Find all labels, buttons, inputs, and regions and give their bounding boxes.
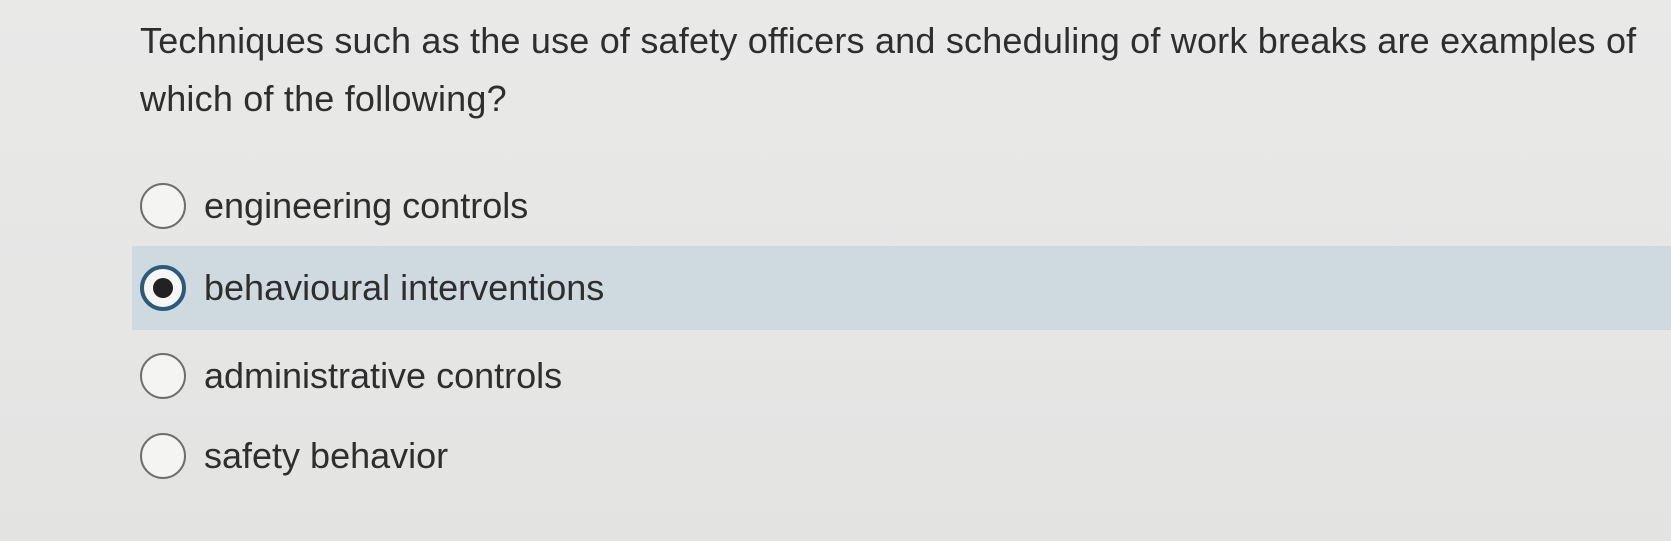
radio-button-unselected[interactable] bbox=[140, 353, 186, 399]
answer-option-label: behavioural interventions bbox=[204, 267, 605, 308]
answer-option-safety-behavior[interactable]: safety behavior bbox=[132, 414, 1671, 498]
answer-option-label: administrative controls bbox=[204, 355, 563, 396]
quiz-screen: Techniques such as the use of safety off… bbox=[0, 0, 1671, 541]
answer-option-administrative-controls[interactable]: administrative controls bbox=[132, 334, 1671, 418]
radio-selected-dot-icon bbox=[153, 278, 173, 298]
answer-option-label: safety behavior bbox=[204, 435, 449, 476]
radio-button-unselected[interactable] bbox=[140, 183, 186, 229]
answer-option-engineering-controls[interactable]: engineering controls bbox=[132, 164, 1671, 248]
radio-button-selected[interactable] bbox=[140, 265, 186, 311]
answer-option-behavioural-interventions[interactable]: behavioural interventions bbox=[132, 246, 1671, 330]
radio-button-unselected[interactable] bbox=[140, 433, 186, 479]
question-text: Techniques such as the use of safety off… bbox=[140, 20, 1637, 119]
answer-option-label: engineering controls bbox=[204, 185, 529, 226]
